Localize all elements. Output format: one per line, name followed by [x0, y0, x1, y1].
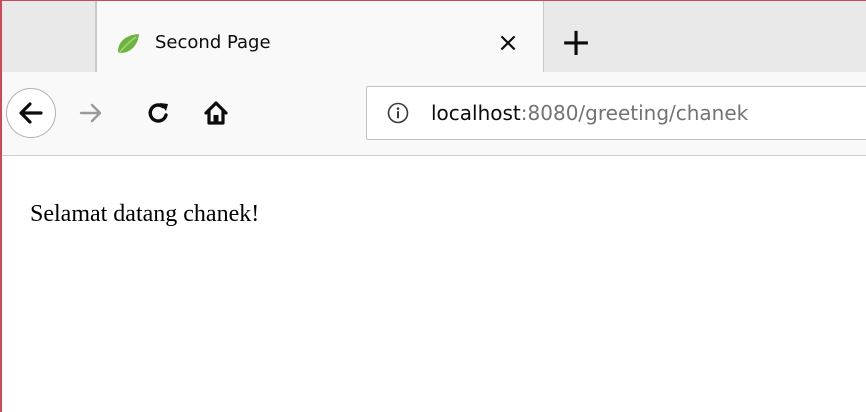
reload-icon	[148, 103, 168, 123]
navigation-toolbar: localhost:8080/greeting/chanek	[2, 72, 866, 156]
tab-strip: Second Page × +	[2, 0, 866, 73]
greeting-text: Selamat datang chanek!	[30, 201, 260, 227]
back-arrow-icon	[19, 102, 43, 124]
tab-strip-spacer	[12, 1, 96, 72]
close-tab-button[interactable]: ×	[493, 28, 523, 58]
close-icon: ×	[497, 28, 519, 58]
tab-title: Second Page	[155, 32, 271, 53]
home-icon	[204, 101, 228, 125]
browser-window: Second Page × + localhost:8080/greeting/…	[0, 0, 866, 412]
forward-arrow-icon	[79, 103, 102, 123]
tab-second-page[interactable]: Second Page ×	[96, 1, 544, 73]
plus-icon: +	[560, 20, 592, 64]
info-icon[interactable]	[387, 102, 409, 124]
new-tab-button[interactable]: +	[554, 23, 598, 63]
reload-button[interactable]	[140, 94, 178, 132]
back-button[interactable]	[6, 88, 56, 138]
forward-button[interactable]	[72, 94, 110, 132]
url-path: :8080/greeting/chanek	[520, 101, 749, 125]
page-content: Selamat datang chanek!	[2, 156, 866, 412]
address-bar[interactable]: localhost:8080/greeting/chanek	[366, 86, 866, 140]
home-button[interactable]	[197, 94, 235, 132]
spring-leaf-icon	[118, 34, 139, 53]
url-text[interactable]: localhost:8080/greeting/chanek	[431, 101, 748, 125]
url-host: localhost	[431, 101, 521, 125]
